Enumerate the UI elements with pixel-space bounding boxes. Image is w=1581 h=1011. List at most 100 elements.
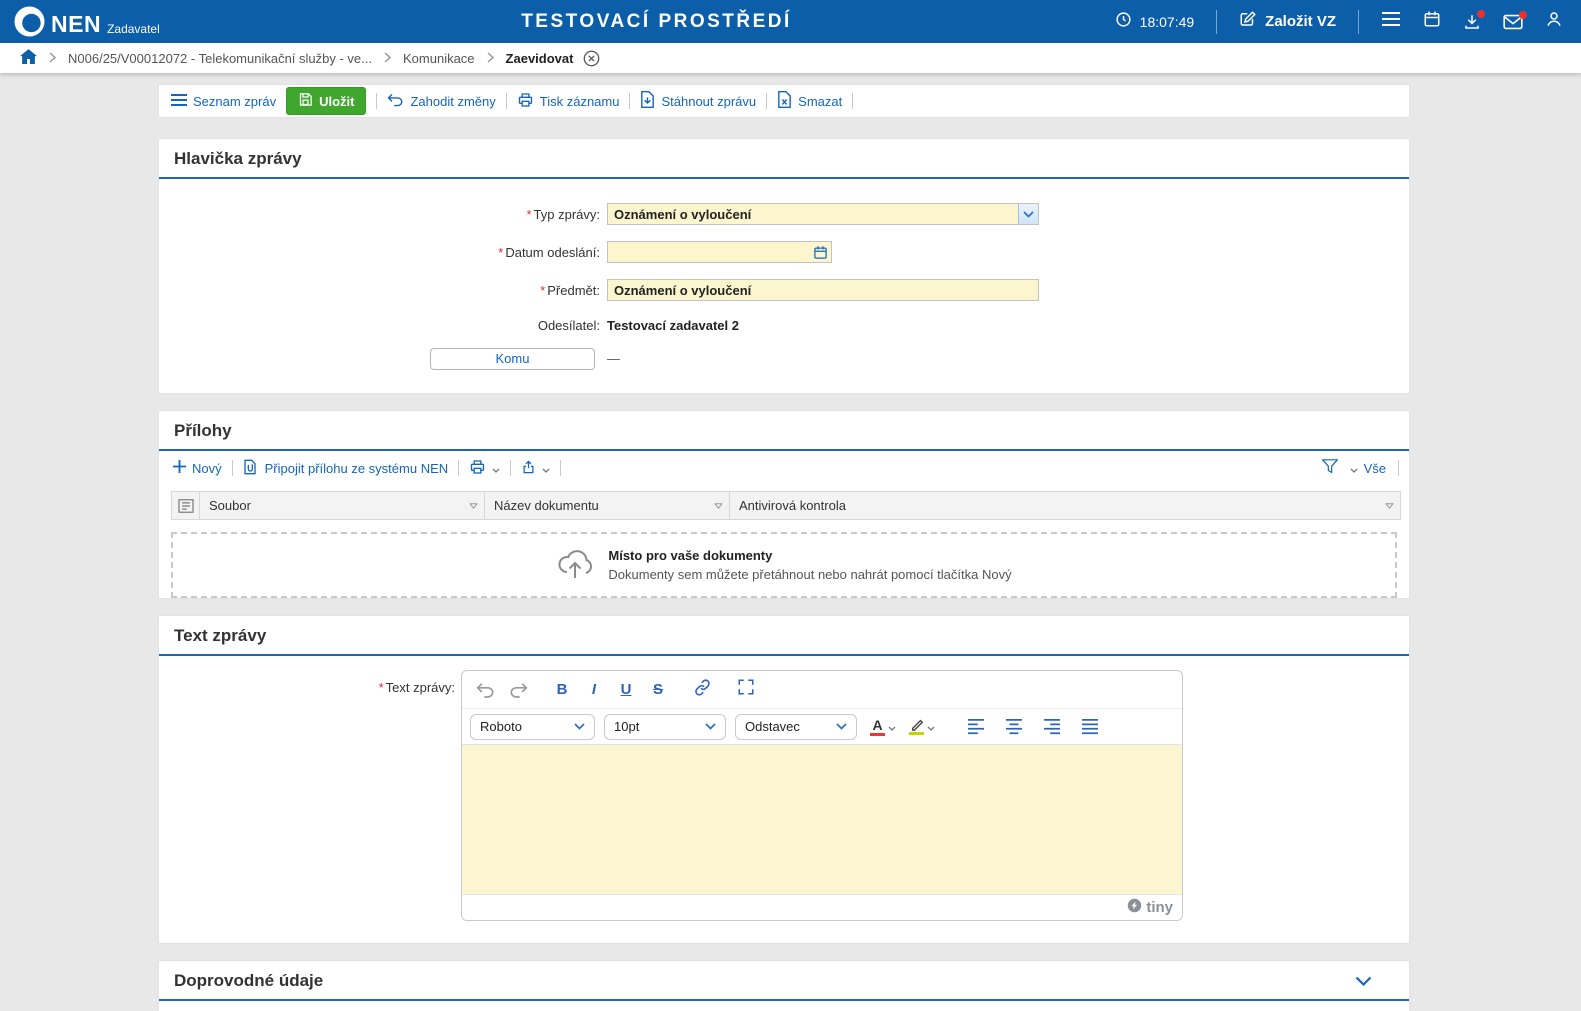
editor-content-area[interactable] [462,744,1182,894]
delete-button[interactable]: Smazat [777,91,842,111]
align-left-button[interactable] [960,713,992,741]
datum-odeslani-label: *Datum odeslání: [159,245,607,260]
align-center-button[interactable] [998,713,1030,741]
chevron-down-icon [574,723,585,730]
section-title-text: Doprovodné údaje [174,971,323,991]
align-right-button[interactable] [1036,713,1068,741]
session-clock: 18:07:49 [1115,11,1195,33]
messages-button[interactable] [1503,14,1523,30]
field-row-typ-zpravy: *Typ zprávy: Oznámení o vyloučení [159,195,1409,233]
editor-fullscreen-button[interactable] [730,676,762,704]
environment-title: TESTOVACÍ PROSTŘEDÍ [521,11,792,33]
predmet-input[interactable]: Oznámení o vyloučení [607,279,1039,301]
komu-button[interactable]: Komu [430,348,595,370]
editor-toolbar-row1: B I U S [462,671,1182,708]
font-family-select[interactable]: Roboto [470,714,595,740]
breadcrumb-chevron-icon [49,51,56,66]
required-marker: * [526,207,531,222]
align-justify-button[interactable] [1074,713,1106,741]
section-title-text: Přílohy [174,421,232,441]
attachments-toolbar: Nový Připojit přílohu ze systému NEN [159,451,1409,485]
menu-button[interactable] [1381,11,1401,32]
strikethrough-icon: S [653,681,663,698]
dropdown-chevron-icon[interactable] [1018,204,1038,224]
required-marker: * [540,283,545,298]
font-size-select[interactable]: 10pt [604,714,726,740]
section-title-text: Hlavička zprávy [174,149,302,169]
datum-odeslani-input[interactable] [607,241,832,263]
user-profile-button[interactable] [1545,10,1563,33]
list-icon [171,94,187,109]
editor-link-button[interactable] [686,676,718,704]
attach-from-nen-button[interactable]: Připojit přílohu ze systému NEN [243,459,449,478]
discard-label: Zahodit změny [410,94,495,109]
message-list-button[interactable]: Seznam zpráv [171,94,276,109]
document-delete-icon [777,91,792,111]
block-format-select[interactable]: Odstavec [735,714,857,740]
required-marker: * [379,680,384,695]
home-icon[interactable] [20,49,37,67]
komu-label-col: Komu [159,348,607,370]
column-settings-icon[interactable] [172,492,200,519]
save-button[interactable]: Uložit [286,87,366,115]
datepicker-calendar-icon[interactable] [813,245,828,260]
new-attachment-label: Nový [192,461,222,476]
text-color-button[interactable]: A [870,718,896,736]
typ-zpravy-select[interactable]: Oznámení o vyloučení [607,203,1039,225]
filter-caret-icon[interactable] [1379,503,1394,509]
breadcrumb-chevron-icon [487,51,494,66]
separator [506,93,507,109]
fullscreen-icon [737,678,755,701]
separator [1216,10,1217,34]
print-attachments-button[interactable] [469,459,500,478]
column-header-soubor[interactable]: Soubor [200,492,485,519]
editor-underline-button[interactable]: U [610,676,642,704]
editor-bold-button[interactable]: B [546,676,578,704]
topbar-actions: 18:07:49 Založit VZ [1115,10,1581,34]
filter-icon[interactable] [1322,459,1338,477]
downloads-button[interactable] [1463,13,1481,31]
main-content: Seznam zpráv Uložit Zahodit změny Tisk z… [159,85,1409,1011]
editor-strikethrough-button[interactable]: S [642,676,674,704]
filter-caret-icon[interactable] [463,503,478,509]
download-icon [1463,13,1481,31]
hamburger-icon [1381,11,1401,32]
create-vz-button[interactable]: Založit VZ [1239,10,1336,33]
nen-logo[interactable]: NEN Zadavatel [0,6,160,37]
logo-subtitle: Zadavatel [107,22,160,36]
editor-undo-button[interactable] [470,676,502,704]
section-title-text-zpravy: Text zprávy [159,616,1409,656]
editor-italic-button[interactable]: I [578,676,610,704]
column-header-antivirova-kontrola[interactable]: Antivirová kontrola [730,492,1400,519]
tiny-logo-icon[interactable] [1127,898,1142,918]
filter-all-button[interactable]: Vše [1350,461,1386,476]
download-message-button[interactable]: Stáhnout zprávu [640,91,756,111]
caret-down-icon [1350,461,1358,476]
field-row-odesilatel: Odesílatel: Testovací zadavatel 2 [159,309,1409,342]
breadcrumb-item-contract[interactable]: N006/25/V00012072 - Telekomunikační služ… [68,51,372,66]
breadcrumb-item-komunikace[interactable]: Komunikace [403,51,475,66]
expand-section-chevron-icon[interactable] [1355,976,1372,986]
notification-badge [1477,10,1485,18]
section-prilohy: Přílohy Nový Připojit přílohu ze systému… [159,411,1409,598]
chevron-down-icon [836,723,847,730]
discard-changes-button[interactable]: Zahodit změny [387,93,495,110]
export-attachments-button[interactable] [521,459,550,478]
message-list-label: Seznam zpráv [193,94,276,109]
print-record-button[interactable]: Tisk záznamu [517,92,620,111]
column-header-nazev-dokumentu[interactable]: Název dokumentu [485,492,730,519]
dropzone-subtitle: Dokumenty sem můžete přetáhnout nebo nah… [608,567,1011,582]
komu-value: — [607,351,620,366]
calendar-button[interactable] [1423,10,1441,33]
caret-down-icon [542,461,550,476]
filter-caret-icon[interactable] [708,503,723,509]
section-title-text: Text zprávy [174,626,266,646]
new-attachment-button[interactable]: Nový [173,460,222,476]
session-time: 18:07:49 [1140,14,1195,30]
editor-redo-button[interactable] [502,676,534,704]
highlight-color-button[interactable] [909,718,935,736]
dropzone-text: Místo pro vaše dokumenty Dokumenty sem m… [608,548,1011,582]
close-tab-icon[interactable] [583,50,600,67]
file-dropzone[interactable]: Místo pro vaše dokumenty Dokumenty sem m… [171,532,1397,598]
tiny-brand-label[interactable]: tiny [1146,899,1173,916]
